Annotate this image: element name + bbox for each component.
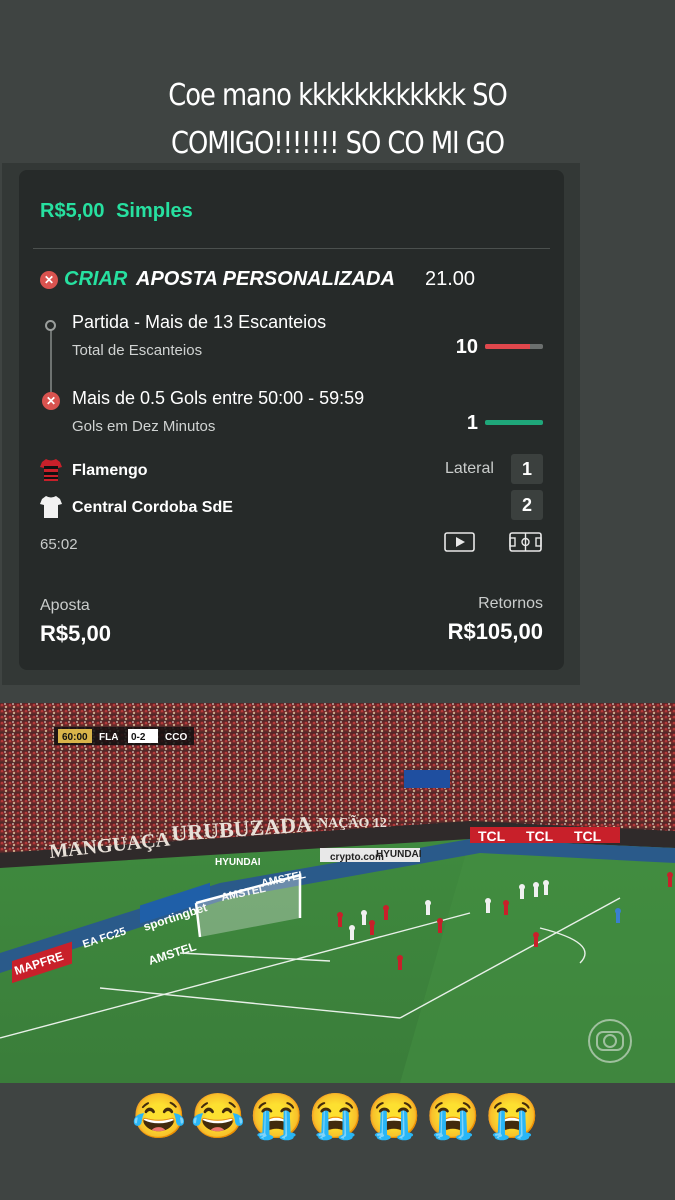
scorebug-score: 0-2: [131, 732, 146, 743]
ad-board-text-hyundai: HYUNDAI: [215, 857, 261, 868]
stake-value: R$5,00: [40, 621, 111, 646]
ad-board-text-tcl-3: TCL: [574, 828, 602, 844]
circle-outline-icon: [45, 320, 56, 331]
flamengo-jersey-icon: [40, 459, 62, 481]
ad-board-text-hyundai-2: HYUNDAI: [376, 849, 422, 860]
bet-title: APOSTA PERSONALIZADA: [136, 268, 395, 290]
leg-1-subtitle: Total de Escanteios: [72, 342, 203, 359]
caption-line-1: Coe mano kkkkkkkkkkkk SO: [168, 78, 508, 113]
bet-slip-header: R$5,00 Simples: [40, 200, 193, 223]
bet-odds: 21.00: [425, 268, 476, 290]
reaction-emojis: 😂😂😭😭😭😭😭: [131, 1092, 544, 1141]
legs-connector-line: [50, 326, 52, 398]
event-label: Lateral: [445, 460, 494, 477]
bet-slip-card: R$5,00 Simples ✕ CRIAR APOSTA PERSONALIZ…: [19, 170, 564, 670]
match-pitch-icon[interactable]: [509, 532, 542, 552]
stadium-screen: [404, 770, 450, 788]
bet-leg-2: Mais de 0.5 Gols entre 50:00 - 59:59 Gol…: [72, 388, 364, 435]
x-circle-icon: ✕: [42, 392, 60, 410]
team-2-name: Central Cordoba SdE: [72, 499, 233, 516]
play-video-icon[interactable]: [444, 532, 475, 552]
story-caption: Coe mano kkkkkkkkkkkk SO COMIGO!!!!!!! S…: [47, 72, 628, 168]
team-2-score: 2: [511, 490, 543, 520]
leg-2-progress-fill: [485, 420, 543, 425]
match-broadcast-image: MAPFRE EA FC25 sportingbet AMSTEL AMSTEL…: [0, 703, 675, 1083]
leg-1-progress-bar: [485, 344, 543, 349]
ad-board-text-tcl-1: TCL: [478, 828, 506, 844]
returns-label: Retornos: [478, 595, 543, 612]
banner-nacao: NAÇÃO 12: [318, 813, 387, 831]
scorebug-home: FLA: [99, 732, 118, 743]
bet-header-amount: R$5,00: [40, 200, 105, 222]
match-clock: 65:02: [40, 536, 78, 553]
bet-leg-1: Partida - Mais de 13 Escanteios Total de…: [72, 312, 326, 359]
leg-1-progress-fill: [485, 344, 531, 349]
stake-label: Aposta: [40, 597, 90, 614]
stadium-corner-kick-scene: MAPFRE EA FC25 sportingbet AMSTEL AMSTEL…: [0, 703, 675, 1083]
scorebug-away: CCO: [165, 732, 187, 743]
team-1-score: 1: [511, 454, 543, 484]
header-divider: [33, 248, 550, 249]
white-jersey-icon: [40, 496, 62, 518]
leg-2-progress-bar: [485, 420, 543, 425]
leg-1-title: Partida - Mais de 13 Escanteios: [72, 312, 327, 332]
leg-2-subtitle: Gols em Dez Minutos: [72, 418, 216, 435]
bet-header-type: Simples: [116, 200, 193, 222]
scorebug-clock: 60:00: [62, 732, 88, 743]
returns-value: R$105,00: [447, 619, 543, 644]
team-1-name: Flamengo: [72, 462, 148, 479]
leg-1-current-value: 10: [455, 336, 478, 358]
lost-x-circle-icon: ✕: [40, 271, 58, 289]
ad-board-text-tcl-2: TCL: [526, 828, 554, 844]
leg-2-title: Mais de 0.5 Gols entre 50:00 - 59:59: [72, 388, 365, 408]
bet-title-prefix: CRIAR: [64, 268, 128, 290]
leg-2-current-value: 1: [466, 412, 478, 434]
caption-line-2: COMIGO!!!!!!! SO CO MI GO: [170, 126, 505, 161]
